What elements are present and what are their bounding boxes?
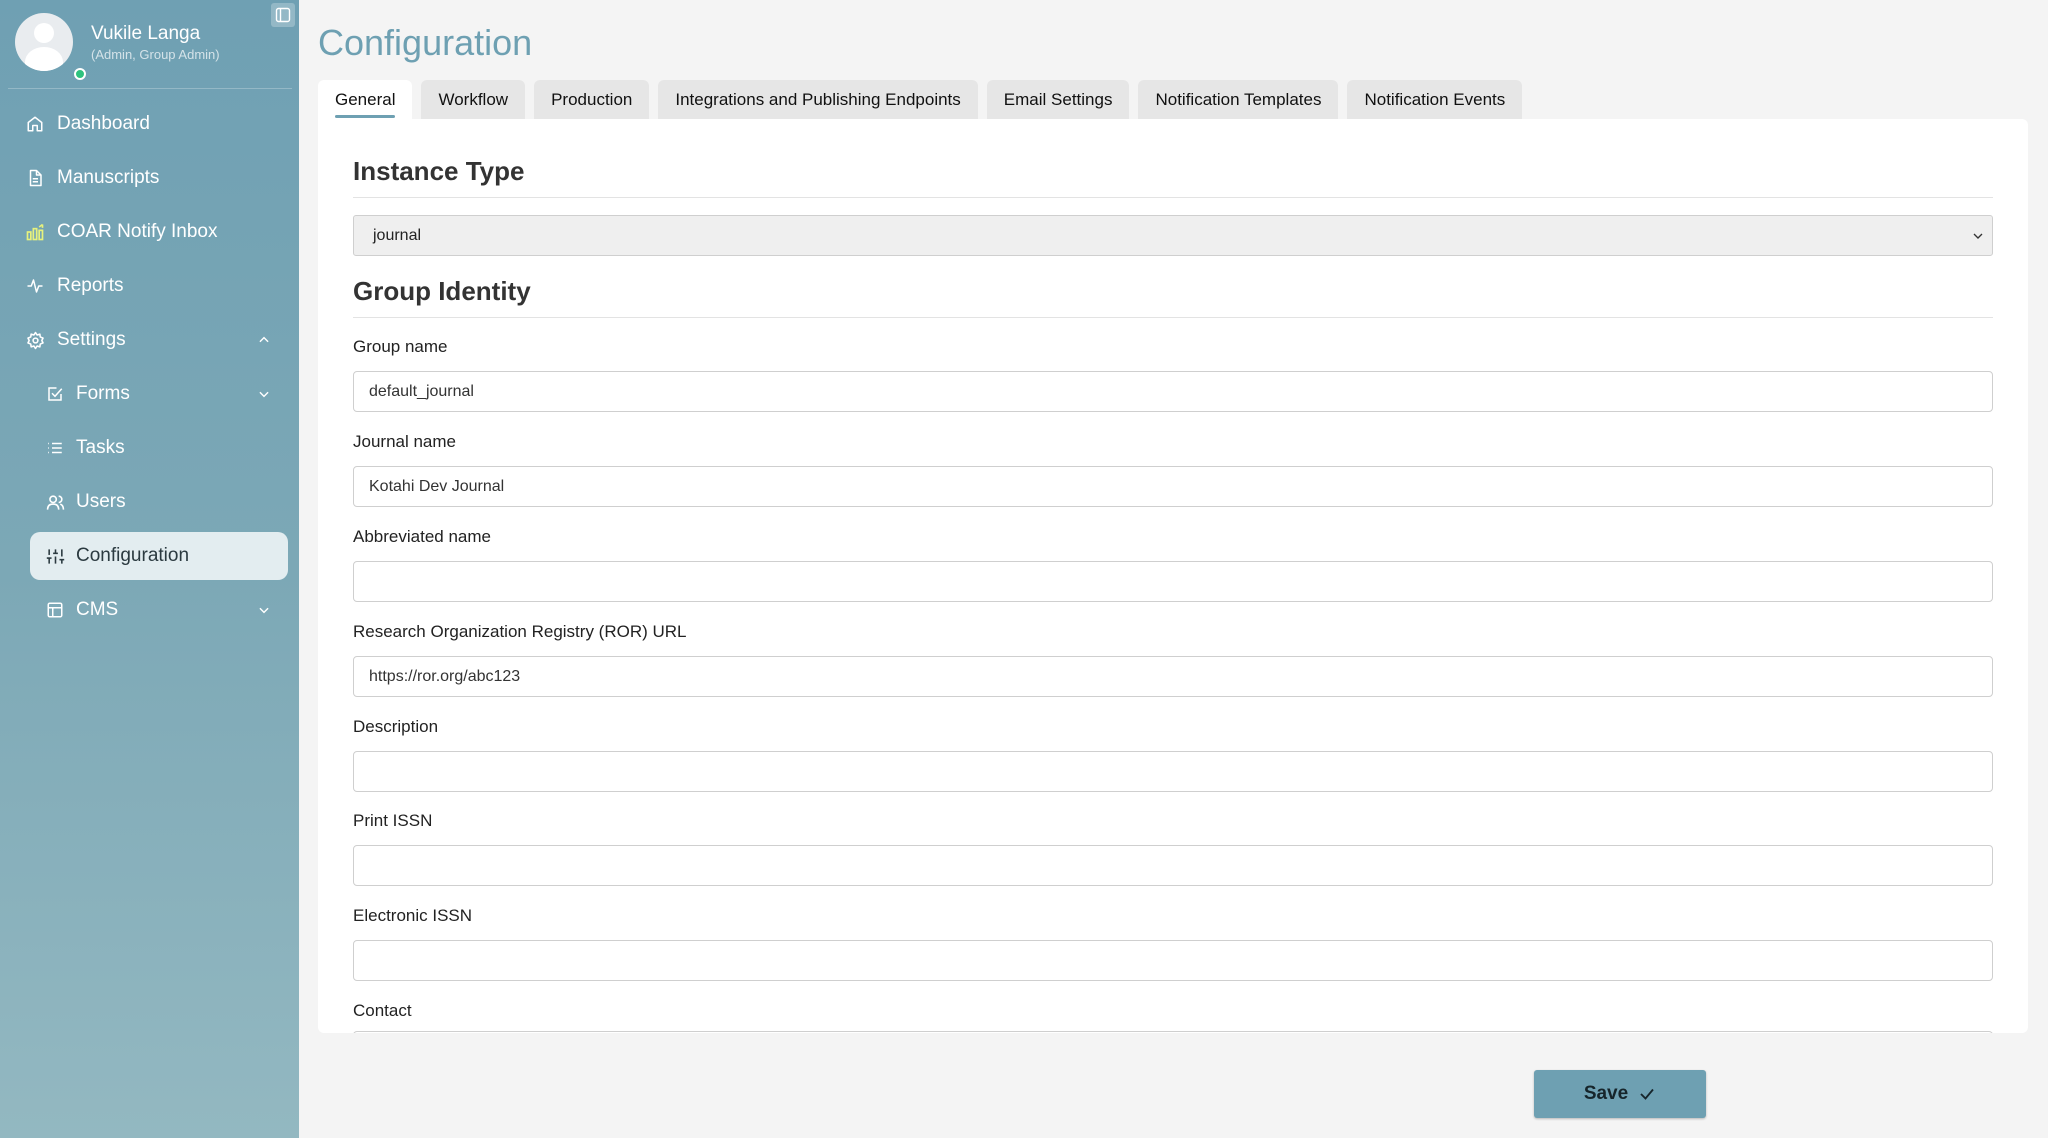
page-title: Configuration (318, 22, 533, 63)
contact-label: Contact (353, 1001, 412, 1020)
tab-general[interactable]: General (318, 80, 413, 119)
tab-email-settings[interactable]: Email Settings (986, 80, 1130, 119)
app-root: Vukile Langa (Admin, Group Admin) Dashbo… (0, 0, 2048, 1138)
journal-name-input[interactable] (353, 466, 1993, 507)
sidebar-item-reports[interactable]: Reports (0, 262, 299, 310)
user-profile[interactable]: Vukile Langa (Admin, Group Admin) (15, 12, 220, 80)
document-icon (24, 167, 46, 189)
online-status-icon (74, 68, 86, 80)
activity-icon (24, 275, 46, 297)
sidebar-item-label: COAR Notify Inbox (57, 221, 218, 242)
print-issn-input[interactable] (353, 845, 1993, 886)
user-name: Vukile Langa (91, 22, 201, 44)
instance-type-select[interactable]: journal (353, 215, 1993, 256)
home-icon (24, 113, 46, 135)
sidebar-item-forms[interactable]: Forms (0, 370, 299, 418)
sidebar-item-cms[interactable]: CMS (0, 586, 299, 634)
group-name-input[interactable] (353, 371, 1993, 412)
sidebar-item-dashboard[interactable]: Dashboard (0, 100, 299, 148)
sidebar-toggle-icon (275, 7, 291, 23)
sidebar-item-label: Forms (76, 383, 130, 404)
chevron-up-icon (254, 330, 274, 350)
avatar (15, 13, 73, 71)
list-icon (44, 437, 66, 459)
sidebar-item-configuration[interactable]: Configuration (30, 532, 288, 580)
gear-icon (24, 329, 46, 351)
abbreviated-name-input[interactable] (353, 561, 1993, 602)
description-label: Description (353, 717, 439, 736)
sidebar-item-label: Settings (57, 329, 126, 350)
tab-production[interactable]: Production (534, 80, 650, 119)
electronic-issn-input[interactable] (353, 940, 1993, 981)
sidebar-nav: Dashboard Manuscripts COAR Notify Inbox … (0, 100, 299, 640)
electronic-issn-label: Electronic ISSN (353, 906, 473, 925)
sidebar-divider (8, 88, 292, 89)
journal-name-label: Journal name (353, 432, 457, 451)
sidebar-item-label: Configuration (76, 545, 190, 566)
user-info: Vukile Langa (Admin, Group Admin) (91, 22, 220, 63)
tab-workflow[interactable]: Workflow (421, 80, 526, 119)
sidebar-item-coar-notify-inbox[interactable]: COAR Notify Inbox (0, 208, 299, 256)
sidebar-item-settings[interactable]: Settings (0, 316, 299, 364)
group-name-label: Group name (353, 337, 448, 356)
sidebar-item-label: Tasks (76, 437, 125, 458)
config-tabs: General Workflow Production Integrations… (318, 80, 1531, 119)
sidebar-collapse-button[interactable] (271, 3, 295, 27)
main-content: Configuration General Workflow Productio… (299, 0, 2048, 1138)
user-role: (Admin, Group Admin) (91, 46, 220, 62)
sidebar-item-label: Reports (57, 275, 124, 296)
chevron-down-icon (1970, 228, 1986, 244)
save-button[interactable]: Save (1534, 1070, 1706, 1118)
sidebar-item-label: CMS (76, 599, 119, 620)
description-input[interactable] (353, 751, 1993, 792)
users-icon (44, 491, 66, 513)
instance-type-value: journal (373, 226, 422, 244)
save-button-label: Save (1583, 1083, 1629, 1104)
sidebar-item-tasks[interactable]: Tasks (0, 424, 299, 472)
contact-input[interactable] (353, 1031, 1993, 1033)
check-square-icon (44, 383, 66, 405)
tab-integrations[interactable]: Integrations and Publishing Endpoints (658, 80, 978, 119)
sidebar-item-users[interactable]: Users (0, 478, 299, 526)
sidebar-item-label: Dashboard (57, 113, 150, 134)
check-icon (1638, 1085, 1656, 1103)
inbox-chart-icon (24, 221, 46, 243)
general-settings-panel: Instance Type journal Group Identity Gro… (318, 119, 2028, 1033)
layout-icon (44, 599, 66, 621)
sidebar-item-label: Users (76, 491, 126, 512)
chevron-down-icon (254, 600, 274, 620)
tab-notification-events[interactable]: Notification Events (1347, 80, 1523, 119)
ror-url-label: Research Organization Registry (ROR) URL (353, 622, 687, 641)
sliders-icon (44, 545, 66, 567)
print-issn-label: Print ISSN (353, 811, 433, 830)
section-title-instance-type: Instance Type (353, 156, 1993, 198)
tab-notification-templates[interactable]: Notification Templates (1138, 80, 1339, 119)
chevron-down-icon (254, 384, 274, 404)
section-title-group-identity: Group Identity (353, 276, 1993, 318)
sidebar-item-manuscripts[interactable]: Manuscripts (0, 154, 299, 202)
abbreviated-name-label: Abbreviated name (353, 527, 491, 546)
sidebar-item-label: Manuscripts (57, 167, 160, 188)
sidebar: Vukile Langa (Admin, Group Admin) Dashbo… (0, 0, 299, 1138)
ror-url-input[interactable] (353, 656, 1993, 697)
